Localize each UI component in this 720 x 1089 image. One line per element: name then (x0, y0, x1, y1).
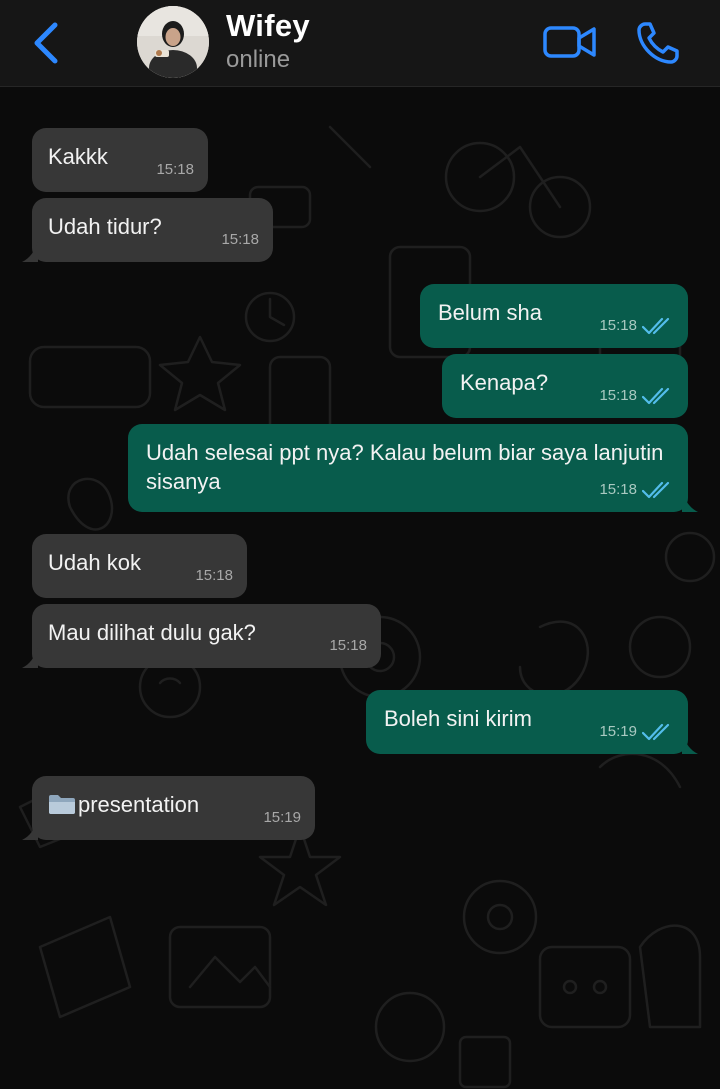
message-meta: 15:19 (263, 803, 301, 832)
message-bubble-outgoing[interactable]: Belum sha 15:18 (420, 284, 688, 348)
message-bubble-incoming[interactable]: Udah kok 15:18 (32, 534, 247, 598)
message-bubble-incoming[interactable]: presentation 15:19 (22, 776, 315, 840)
voice-call-button[interactable] (632, 18, 684, 68)
message-bubble-incoming[interactable]: Udah tidur? 15:18 (22, 198, 273, 262)
message-meta: 15:18 (329, 631, 367, 660)
message-meta: 15:18 (195, 561, 233, 590)
message-meta: 15:19 (599, 717, 674, 746)
message-meta: 15:18 (599, 311, 674, 340)
message-time: 15:19 (263, 809, 301, 826)
bubble-tail (22, 820, 38, 840)
message-time: 15:18 (599, 387, 637, 404)
message-meta: 15:18 (156, 155, 194, 184)
double-check-icon (642, 317, 670, 334)
message-bubble-incoming[interactable]: Mau dilihat dulu gak? 15:18 (22, 604, 381, 668)
phone-icon (637, 22, 679, 64)
video-call-button[interactable] (540, 20, 600, 64)
video-camera-icon (543, 26, 596, 58)
message-text: presentation (78, 792, 200, 817)
message-time: 15:19 (599, 723, 637, 740)
contact-status: online (226, 46, 291, 73)
message-meta: 15:18 (221, 225, 259, 254)
chevron-left-icon (34, 22, 58, 64)
message-time: 15:18 (329, 637, 367, 654)
message-time: 15:18 (195, 567, 233, 584)
contact-name[interactable]: Wifey (226, 8, 310, 44)
message-meta: 15:18 (599, 381, 674, 410)
folder-icon (49, 795, 75, 814)
bubble-tail (22, 648, 38, 668)
avatar[interactable] (137, 6, 209, 78)
message-text: Udah selesai ppt nya? Kalau belum biar s… (146, 440, 670, 494)
message-meta: 15:18 (599, 475, 674, 504)
chat-screen: Wifey online Kakkk 15:18 Udah tidur? 15:… (0, 0, 720, 1089)
chat-header: Wifey online (0, 0, 720, 87)
message-bubble-outgoing[interactable]: Udah selesai ppt nya? Kalau belum biar s… (128, 424, 698, 512)
message-text: Mau dilihat dulu gak? (48, 620, 256, 645)
message-content: presentation (48, 790, 299, 819)
message-bubble-incoming[interactable]: Kakkk 15:18 (32, 128, 208, 192)
message-time: 15:18 (599, 481, 637, 498)
double-check-icon (642, 387, 670, 404)
message-time: 15:18 (156, 161, 194, 178)
back-button[interactable] (26, 18, 66, 68)
bubble-tail (22, 242, 38, 262)
message-time: 15:18 (599, 317, 637, 334)
message-bubble-outgoing[interactable]: Kenapa? 15:18 (442, 354, 688, 418)
message-list[interactable]: Kakkk 15:18 Udah tidur? 15:18 Belum sha … (0, 87, 720, 1089)
double-check-icon (642, 723, 670, 740)
bubble-tail (682, 734, 698, 754)
message-bubble-outgoing[interactable]: Boleh sini kirim 15:19 (366, 690, 698, 754)
message-time: 15:18 (221, 231, 259, 248)
bubble-tail (682, 492, 698, 512)
double-check-icon (642, 481, 670, 498)
contact-photo (137, 6, 209, 78)
